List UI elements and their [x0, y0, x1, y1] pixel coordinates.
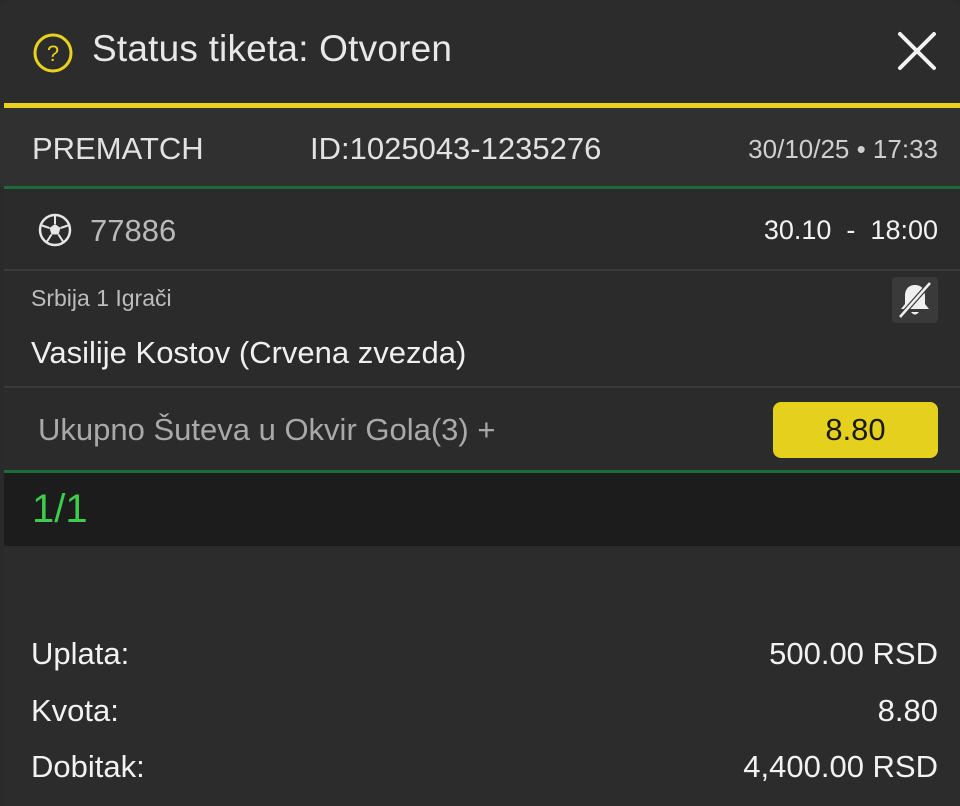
help-circle-icon[interactable]: ? [32, 32, 74, 74]
total-odds-label: Kvota: [31, 693, 119, 728]
event-date: 30.10 [763, 215, 832, 245]
ticket-type: PREMATCH [32, 131, 204, 166]
soccer-ball-icon [38, 213, 72, 247]
bell-off-icon[interactable] [892, 277, 938, 323]
event-time-separator: - [846, 215, 856, 245]
ticket-header: ? Status tiketa: Otvoren [0, 0, 960, 103]
event-code: 77886 [90, 213, 177, 248]
stake-value: 500.00 RSD [769, 636, 938, 671]
selection-count-row: 1/1 [4, 473, 960, 546]
ticket-id: ID:1025043-1235276 [310, 131, 602, 166]
ticket-meta: PREMATCH ID:1025043-1235276 30/10/25 • 1… [0, 108, 960, 187]
selection-count: 1/1 [32, 487, 88, 531]
match-block: Srbija 1 Igrači Vasilije Kostov (Crvena … [4, 271, 960, 388]
odd-badge: 8.80 [773, 402, 938, 458]
event-time: 18:00 [870, 215, 938, 245]
close-icon[interactable] [896, 30, 938, 72]
payout-value: 4,400.00 RSD [743, 749, 938, 784]
svg-text:?: ? [47, 41, 59, 66]
page-title: Status tiketa: Otvoren [92, 28, 453, 69]
total-odds-value: 8.80 [877, 693, 938, 728]
selection-row: Ukupno Šuteva u Okvir Gola(3) + 8.80 [4, 388, 960, 470]
player-name: Vasilije Kostov (Crvena zvezda) [31, 335, 467, 370]
event-datetime: 30.10 - 18:00 [764, 215, 938, 246]
ticket-totals: Uplata: 500.00 RSD Kvota: 8.80 Dobitak: … [4, 546, 960, 806]
market-name: Ukupno Šuteva u Okvir Gola(3) + [38, 412, 496, 447]
payout-label: Dobitak: [31, 749, 145, 784]
stake-label: Uplata: [31, 636, 130, 671]
event-row: 77886 30.10 - 18:00 [4, 189, 960, 271]
ticket-datetime: 30/10/25 • 17:33 [748, 134, 938, 164]
league-name: Srbija 1 Igrači [31, 285, 172, 311]
